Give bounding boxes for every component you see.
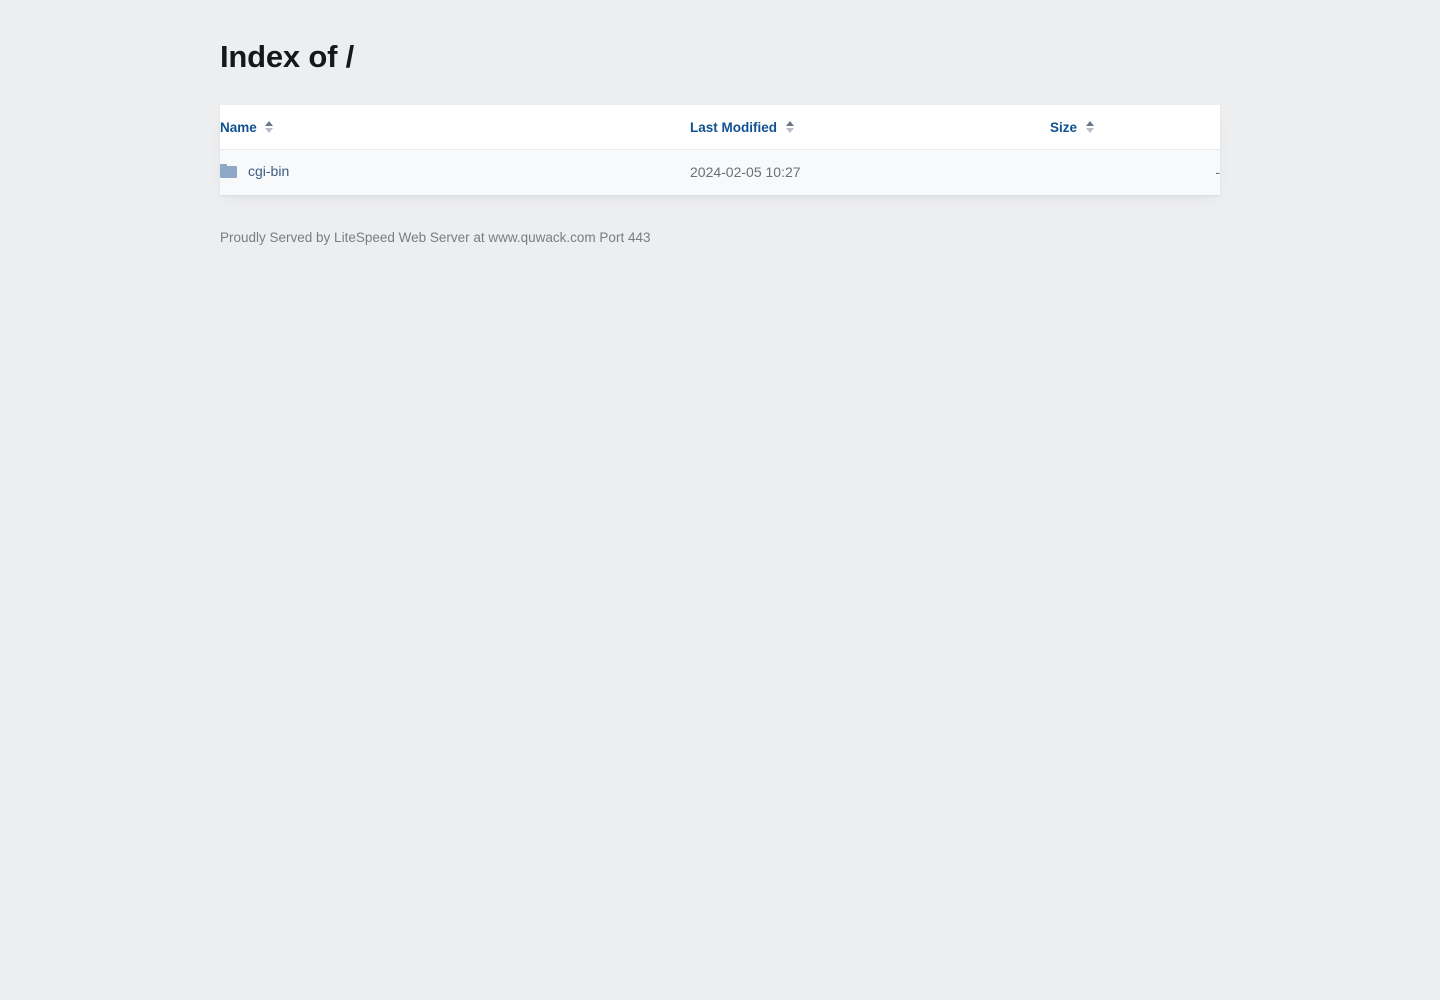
column-header-last-modified-inner[interactable]: Last Modified [690,120,794,135]
table-row[interactable]: cgi-bin 2024-02-05 10:27 - [220,149,1220,195]
caret-down-icon [1085,128,1094,134]
cell-name: cgi-bin [220,149,690,195]
page-container: Index of / Name Last Modified Size cgi-b… [0,0,1440,248]
cell-size: - [1215,163,1220,180]
column-header-name[interactable]: Name [220,104,690,150]
column-header-last-modified[interactable]: Last Modified [690,104,1050,150]
column-header-name-inner[interactable]: Name [220,120,274,135]
column-header-size-inner[interactable]: Size [1050,120,1094,135]
caret-up-icon [785,121,794,127]
name-wrapper: cgi-bin [220,163,289,179]
caret-up-icon [1085,121,1094,127]
caret-down-icon [785,128,794,134]
column-header-size-label: Size [1050,119,1078,135]
caret-down-icon [265,128,274,134]
sort-icon-size[interactable] [1085,120,1094,134]
server-signature: Proudly Served by LiteSpeed Web Server a… [220,229,651,245]
directory-link-cgi-bin[interactable]: cgi-bin [248,163,289,179]
sort-icon-name[interactable] [265,120,274,134]
sort-icon-last-modified[interactable] [785,120,794,134]
table-header: Name Last Modified Size [220,104,1220,150]
caret-up-icon [265,121,274,127]
column-header-size[interactable]: Size [1050,104,1220,150]
table-body: cgi-bin 2024-02-05 10:27 - [220,149,1220,195]
column-header-name-label: Name [220,119,257,135]
cell-last-modified: 2024-02-05 10:27 [690,163,801,180]
table-header-row: Name Last Modified Size [220,104,1220,150]
directory-listing-table: Name Last Modified Size cgi-bin 2024-02-… [220,104,1220,195]
folder-icon-body [220,166,237,178]
directory-listing-card: Name Last Modified Size cgi-bin 2024-02-… [220,104,1220,195]
page-title: Index of / [220,39,355,74]
folder-icon [220,163,237,178]
column-header-last-modified-label: Last Modified [690,119,777,135]
